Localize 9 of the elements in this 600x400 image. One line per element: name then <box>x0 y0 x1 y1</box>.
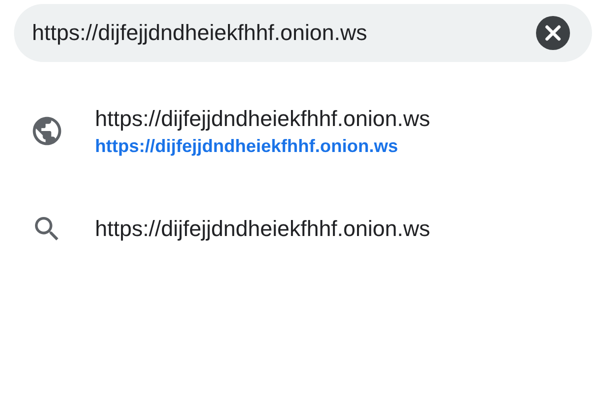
suggestion-title: https://dijfejjdndheiekfhhf.onion.ws <box>95 106 430 132</box>
address-bar[interactable]: https://dijfejjdndheiekfhhf.onion.ws <box>14 4 592 62</box>
suggestion-title: https://dijfejjdndheiekfhhf.onion.ws <box>95 216 430 242</box>
clear-icon[interactable] <box>536 16 570 50</box>
suggestion-url: https://dijfejjdndheiekfhhf.onion.ws <box>95 136 399 156</box>
address-input[interactable]: https://dijfejjdndheiekfhhf.onion.ws <box>32 20 536 46</box>
search-suggestion[interactable]: https://dijfejjdndheiekfhhf.onion.ws <box>0 194 600 264</box>
globe-icon <box>30 114 64 148</box>
site-suggestion[interactable]: https://dijfejjdndheiekfhhf.onion.ws https://dijfejjdndheiekfhhf.onion.ws <box>0 96 600 166</box>
